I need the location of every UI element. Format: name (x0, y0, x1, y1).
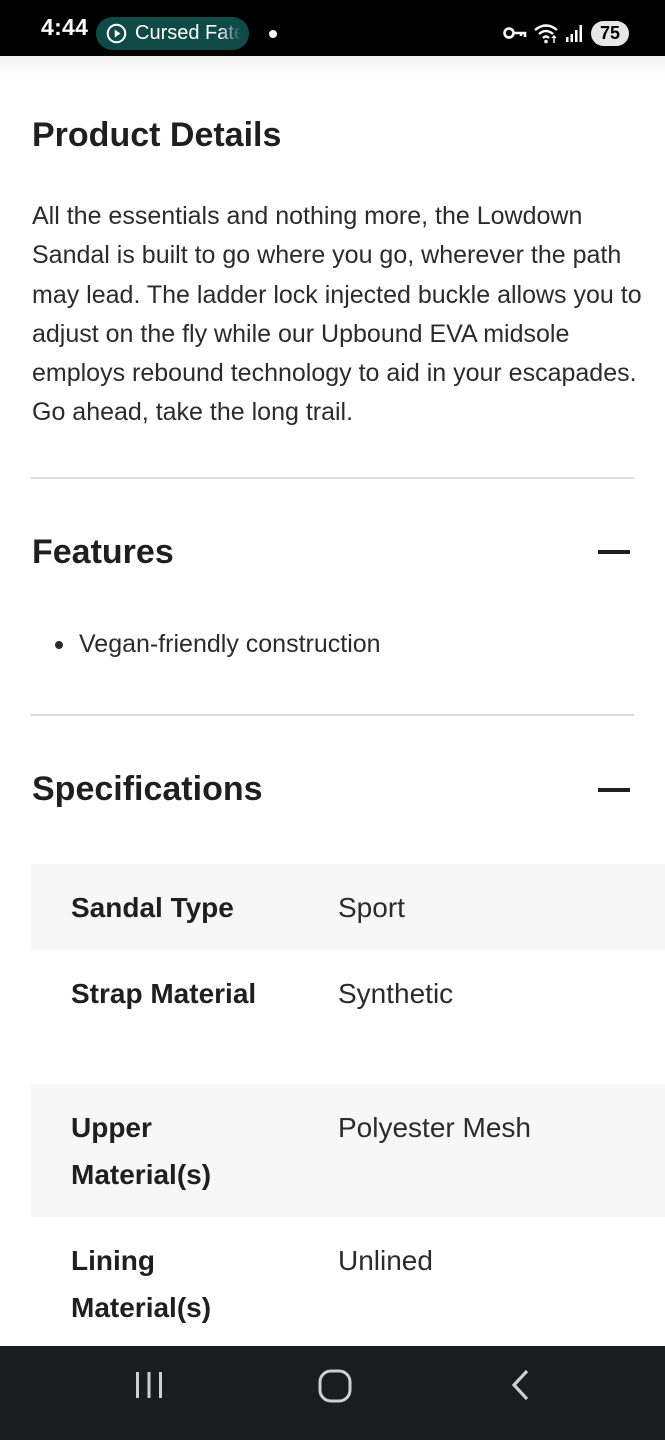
specifications-title: Specifications (32, 770, 263, 808)
table-row: Lining Material(s) Unlined (31, 1217, 665, 1346)
product-info-content[interactable]: Product Details All the essentials and n… (0, 56, 665, 1346)
minus-icon (598, 550, 630, 554)
table-row: Strap Material Synthetic (31, 950, 665, 1084)
play-circle-icon (106, 23, 127, 44)
specifications-table: Sandal Type Sport Strap Material Synthet… (31, 864, 665, 1346)
wifi-icon (534, 24, 558, 44)
spec-value: Polyester Mesh (338, 1112, 531, 1143)
section-divider (31, 714, 634, 716)
scroll-shadow (0, 56, 665, 76)
home-button[interactable] (305, 1368, 365, 1418)
table-row: Upper Material(s) Polyester Mesh (31, 1084, 665, 1217)
back-button[interactable] (492, 1368, 552, 1418)
status-icons: 75 (503, 19, 629, 47)
spec-value: Synthetic (338, 978, 454, 1009)
features-collapse-button[interactable] (592, 534, 636, 570)
back-icon (511, 1369, 529, 1401)
status-time: 4:44 (41, 14, 89, 40)
recent-apps-button[interactable] (119, 1368, 179, 1418)
battery-level: 75 (599, 22, 621, 43)
spec-label: Upper Material(s) (71, 1112, 212, 1190)
battery-icon: 75 (591, 20, 629, 46)
specifications-collapse-button[interactable] (592, 772, 636, 808)
features-title: Features (32, 533, 174, 571)
spec-label: Sandal Type (71, 892, 234, 923)
section-divider (31, 477, 634, 479)
spec-label: Lining Material(s) (71, 1245, 212, 1323)
vpn-key-icon (503, 27, 527, 39)
recent-apps-icon (136, 1372, 162, 1398)
spec-label: Strap Material (71, 978, 257, 1009)
product-description: All the essentials and nothing more, the… (32, 202, 642, 427)
system-navigation-bar (0, 1346, 665, 1440)
feature-text: Vegan-friendly construction (79, 630, 381, 658)
feature-list-item: Vegan-friendly construction (55, 630, 381, 659)
spec-value: Unlined (338, 1245, 433, 1276)
notification-dot-icon (269, 30, 277, 38)
home-icon (318, 1369, 352, 1403)
product-details-title: Product Details (32, 116, 282, 154)
minus-icon (598, 788, 630, 792)
status-bar: 4:44 Cursed Fate 75 (0, 0, 665, 56)
media-notification-chip[interactable]: Cursed Fate (96, 17, 249, 50)
table-row: Sandal Type Sport (31, 864, 665, 950)
media-title: Cursed Fate (135, 22, 241, 44)
spec-value: Sport (338, 892, 405, 923)
bullet-icon (55, 640, 63, 649)
cellular-signal-icon (566, 25, 582, 42)
